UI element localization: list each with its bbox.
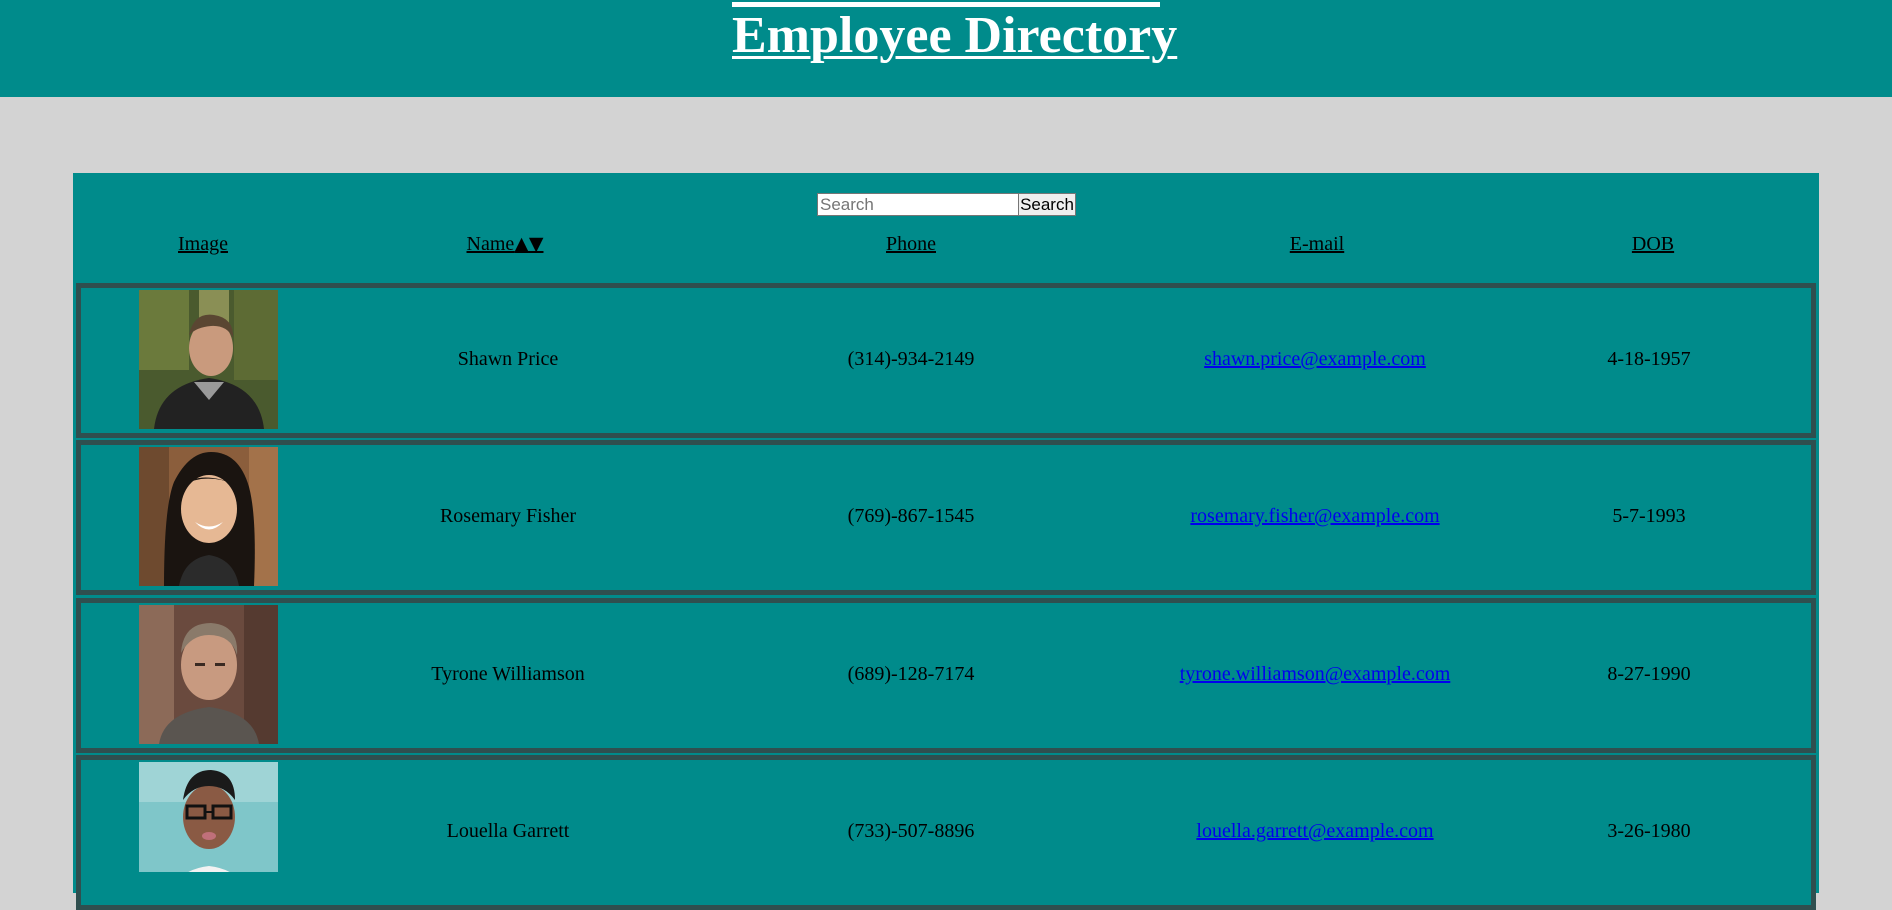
employee-phone: (733)-507-8896 [847, 820, 975, 842]
employee-email-link[interactable]: louella.garrett@example.com [1196, 818, 1433, 844]
employee-email-link[interactable]: tyrone.williamson@example.com [1180, 661, 1451, 687]
page-title: Employee Directory [732, 2, 1177, 65]
employee-name: Shawn Price [457, 348, 559, 370]
search-button[interactable]: Search [1018, 193, 1076, 216]
employee-phone: (769)-867-1545 [847, 505, 975, 527]
employee-phone: (689)-128-7174 [847, 663, 975, 685]
employee-dob: 8-27-1990 [1607, 663, 1691, 685]
sort-arrows-icon[interactable]: ▲▼ [514, 233, 543, 255]
employee-dob: 5-7-1993 [1612, 505, 1686, 527]
column-header-email[interactable]: E-mail [1290, 231, 1344, 257]
employee-name: Rosemary Fisher [439, 505, 577, 527]
employee-dob: 4-18-1957 [1607, 348, 1691, 370]
employee-photo [139, 762, 278, 872]
employee-email-link[interactable]: shawn.price@example.com [1204, 346, 1426, 372]
employee-name: Louella Garrett [446, 820, 570, 842]
column-header-dob[interactable]: DOB [1632, 231, 1674, 257]
employee-photo [139, 605, 278, 744]
column-header-phone[interactable]: Phone [886, 231, 936, 257]
employee-email-link[interactable]: rosemary.fisher@example.com [1190, 503, 1439, 529]
page-header: Employee Directory [0, 0, 1892, 97]
search-input[interactable] [817, 193, 1019, 216]
employee-phone: (314)-934-2149 [847, 348, 975, 370]
employee-name: Tyrone Williamson [431, 663, 585, 685]
column-header-name-label: Name [466, 233, 515, 255]
employee-photo [139, 447, 278, 586]
employee-photo [139, 290, 278, 429]
column-header-name[interactable]: Name▲▼ [467, 231, 544, 257]
column-header-image[interactable]: Image [178, 231, 228, 257]
employee-dob: 3-26-1980 [1607, 820, 1691, 842]
